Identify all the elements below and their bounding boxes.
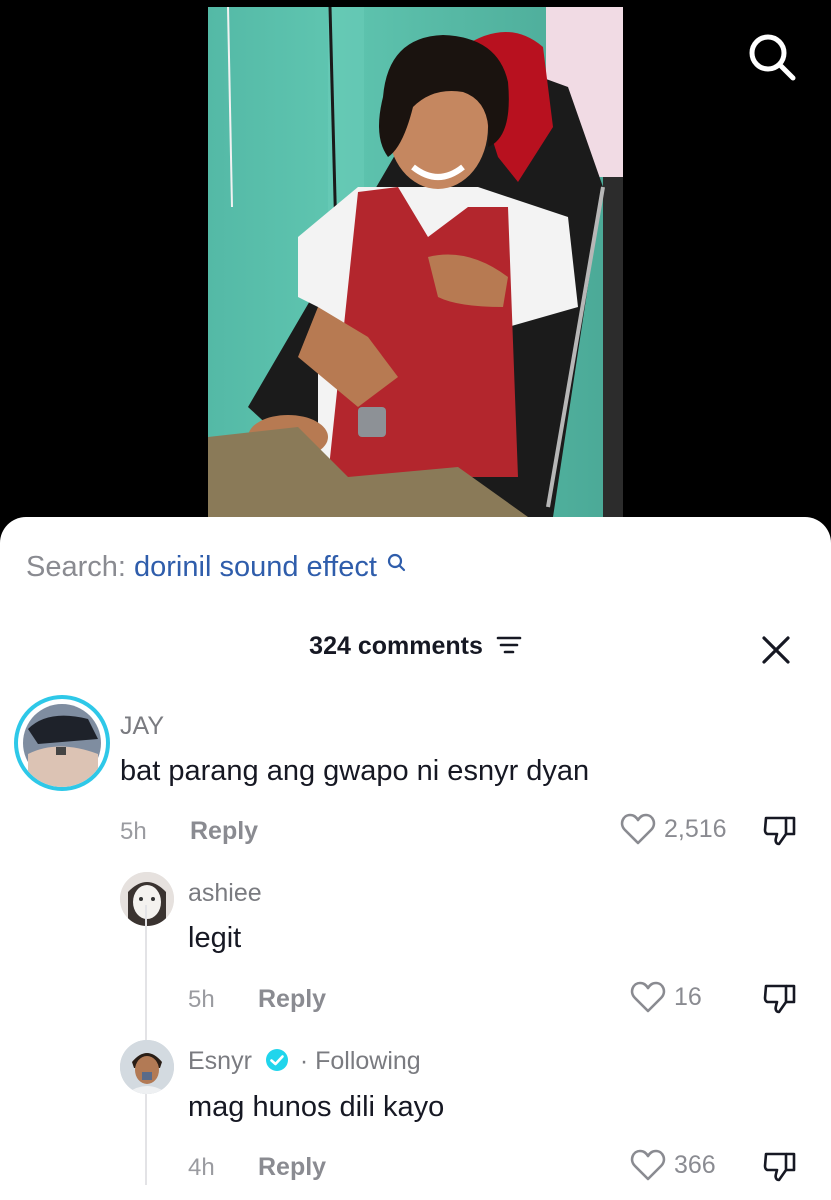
search-suggestion-query[interactable]: dorinil sound effect (134, 551, 377, 583)
verified-badge-icon (265, 1049, 288, 1072)
close-icon (762, 636, 790, 664)
dislike-button[interactable] (762, 980, 798, 1016)
comments-header[interactable]: 324 comments (0, 632, 831, 661)
filter-icon[interactable] (496, 635, 522, 655)
comment-text: mag hunos dili kayo (188, 1091, 445, 1123)
comment-timestamp: 4h (188, 1154, 215, 1181)
comment-username-text: Esnyr (188, 1047, 252, 1075)
thumbs-down-icon (763, 816, 796, 846)
like-count: 2,516 (664, 814, 727, 843)
like-button[interactable]: 16 (630, 980, 702, 1014)
comments-count: 324 comments (309, 632, 483, 660)
video-frame[interactable] (208, 7, 623, 517)
heart-icon (630, 981, 666, 1013)
reply-button[interactable]: Reply (258, 985, 326, 1014)
thumbs-down-icon (763, 984, 796, 1014)
video-thumbnail-image (208, 7, 623, 517)
video-player[interactable] (0, 0, 831, 540)
reply-button[interactable]: Reply (190, 817, 258, 846)
search-button[interactable] (745, 30, 801, 86)
dislike-button[interactable] (762, 812, 798, 848)
like-count: 16 (674, 982, 702, 1011)
reply-button[interactable]: Reply (258, 1153, 326, 1182)
dislike-button[interactable] (762, 1148, 798, 1184)
comment-text: bat parang ang gwapo ni esnyr dyan (120, 755, 590, 787)
heart-icon (620, 813, 656, 845)
comment-username[interactable]: JAY (120, 712, 164, 741)
following-label: · Following (299, 1047, 421, 1075)
heart-icon (630, 1149, 666, 1181)
search-icon (749, 34, 796, 81)
comment-timestamp: 5h (188, 986, 215, 1013)
avatar[interactable] (14, 695, 110, 791)
avatar-image (120, 1040, 174, 1094)
like-button[interactable]: 2,516 (620, 812, 727, 846)
search-suggestion-prefix: Search: (26, 551, 126, 583)
comment-timestamp: 5h (120, 818, 147, 845)
thumbs-down-icon (763, 1152, 796, 1182)
comment-username[interactable]: ashiee (188, 879, 262, 908)
avatar-image (120, 872, 174, 926)
comment-text: legit (188, 922, 242, 954)
search-icon (387, 553, 406, 572)
comment-username[interactable]: Esnyr · Following (188, 1047, 421, 1076)
close-button[interactable] (760, 634, 792, 666)
search-suggestion-link[interactable]: Search: dorinil sound effect (26, 551, 407, 584)
like-button[interactable]: 366 (630, 1148, 716, 1182)
like-count: 366 (674, 1150, 716, 1179)
avatar[interactable] (120, 872, 174, 926)
avatar-image (23, 704, 101, 787)
avatar[interactable] (120, 1040, 174, 1094)
